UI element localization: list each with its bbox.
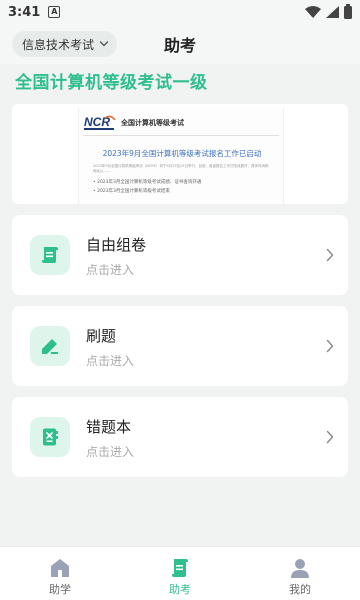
- news-banner[interactable]: NCR 全国计算机等级考试 2023年9月全国计算机等级考试报名工作已启动 20…: [12, 104, 348, 204]
- banner-bullet: • 2023年3月全国计算机等级考试结束: [93, 189, 170, 194]
- card-subtitle: 点击进入: [86, 263, 135, 277]
- battery-icon: [344, 3, 352, 19]
- exam-book-icon: [172, 559, 188, 577]
- card-title: 自由组卷: [86, 236, 147, 254]
- ncre-logo: NCR: [84, 115, 116, 130]
- wrong-book-icon: [43, 428, 58, 446]
- chevron-right-icon: [326, 430, 334, 444]
- card-title: 错题本: [86, 418, 132, 436]
- nav-item-profile[interactable]: 我的: [240, 547, 360, 600]
- card-wrong-book[interactable]: 错题本 点击进入: [12, 397, 348, 477]
- nav-item-exam[interactable]: 助考: [120, 547, 240, 600]
- bottom-nav: 助学 助考 我的: [0, 546, 360, 600]
- card-custom-paper[interactable]: 自由组卷 点击进入: [12, 215, 348, 295]
- chevron-right-icon: [326, 248, 334, 262]
- signal-icon: [326, 6, 339, 18]
- status-bar: 3:41 A: [0, 0, 360, 24]
- card-icon-bg: [30, 417, 70, 457]
- banner-bullets: • 2023年3月全国计算机等级考试成绩、证书查询开通 • 2023年3月全国计…: [93, 178, 201, 196]
- card-practice[interactable]: 刷题 点击进入: [12, 306, 348, 386]
- nav-label: 助学: [49, 583, 71, 596]
- chevron-right-icon: [326, 339, 334, 353]
- banner-bullet: • 2023年3月全国计算机等级考试成绩、证书查询开通: [93, 180, 202, 185]
- banner-content: NCR 全国计算机等级考试 2023年9月全国计算机等级考试报名工作已启动 20…: [78, 108, 284, 204]
- notification-icon: A: [48, 6, 61, 18]
- nav-label: 我的: [289, 583, 311, 596]
- banner-site-name: 全国计算机等级考试: [121, 119, 184, 127]
- exam-title: 全国计算机等级考试一级: [15, 73, 208, 93]
- wifi-icon: [305, 6, 321, 18]
- card-subtitle: 点击进入: [86, 354, 135, 368]
- nav-item-study[interactable]: 助学: [0, 547, 120, 600]
- home-icon: [51, 559, 69, 577]
- card-icon-bg: [30, 326, 70, 366]
- card-subtitle: 点击进入: [86, 445, 135, 459]
- banner-body: 2023年9月全国计算机等级考试（NCRE）将于9月23至25日举行。目前，各省…: [93, 164, 269, 173]
- header: 信息技术考试 助考: [0, 24, 360, 64]
- nav-label: 助考: [169, 583, 191, 596]
- banner-divider: [83, 135, 279, 136]
- banner-headline: 2023年9月全国计算机等级考试报名工作已启动: [102, 149, 262, 158]
- pencil-icon: [42, 339, 58, 354]
- user-icon: [291, 559, 309, 578]
- status-indicators: [305, 3, 352, 19]
- card-icon-bg: [30, 235, 70, 275]
- card-title: 刷题: [86, 327, 117, 345]
- status-time: 3:41: [8, 4, 41, 20]
- page-title: 助考: [163, 36, 196, 55]
- scroll-icon: [42, 247, 58, 263]
